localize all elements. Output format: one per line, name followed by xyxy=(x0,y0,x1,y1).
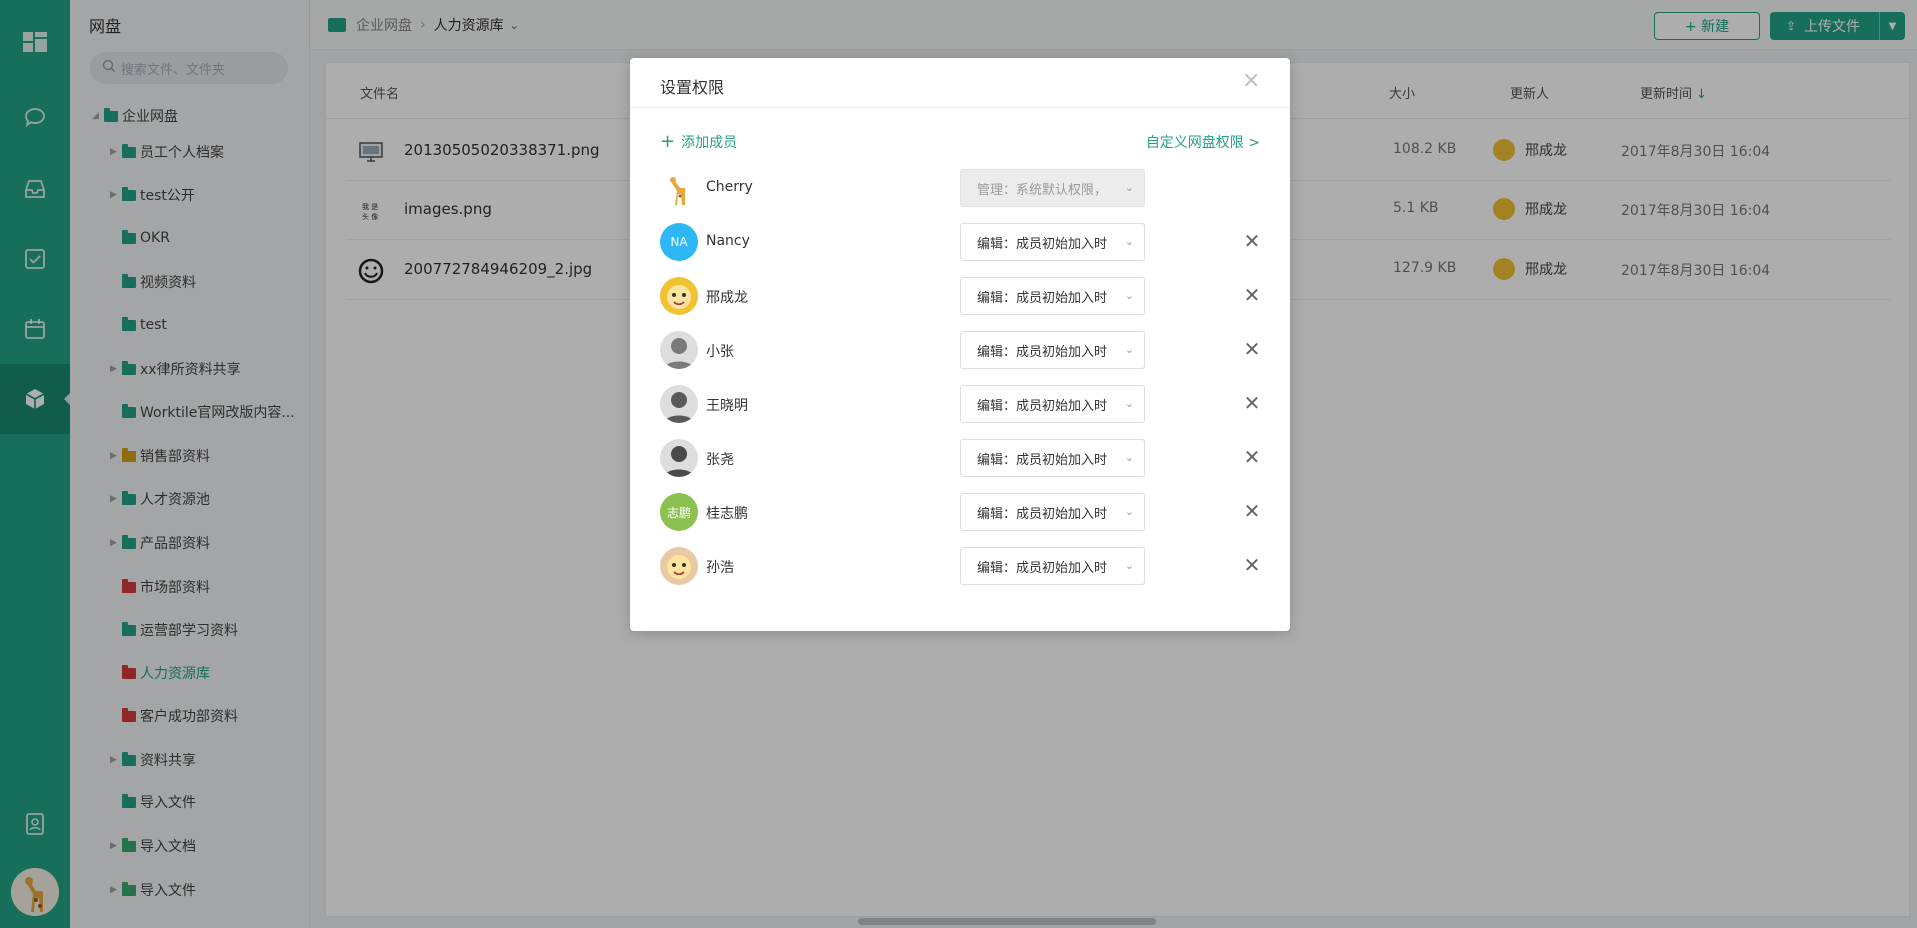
permission-value: 编辑：成员初始加入时 xyxy=(977,236,1108,252)
member-name: 桂志鹏 xyxy=(706,506,748,522)
permission-select[interactable]: 编辑：成员初始加入时 ⌄ xyxy=(960,493,1145,531)
avatar: 志鹏 xyxy=(660,493,698,531)
member-name: 孙浩 xyxy=(706,560,734,576)
chevron-down-icon: ⌄ xyxy=(1124,181,1134,194)
permission-value: 编辑：成员初始加入时 xyxy=(977,398,1108,414)
member-name: 张尧 xyxy=(706,452,734,468)
custom-permission-link[interactable]: 自定义网盘权限 > xyxy=(1146,132,1260,152)
member-name: 小张 xyxy=(706,344,734,360)
permissions-dialog: 设置权限 × + 添加成员 自定义网盘权限 > Cherry 管理：系统默认权限， ⌄… xyxy=(630,58,1290,631)
member-row: 小张 编辑：成员初始加入时 ⌄ ✕ xyxy=(660,330,1260,370)
permission-value: 编辑：成员初始加入时 xyxy=(977,344,1108,360)
member-name: 王晓明 xyxy=(706,398,748,414)
permission-select[interactable]: 编辑：成员初始加入时 ⌄ xyxy=(960,439,1145,477)
member-name: Nancy xyxy=(706,233,750,249)
permission-value: 编辑：成员初始加入时 xyxy=(977,560,1108,576)
dialog-title: 设置权限 xyxy=(660,78,725,97)
permission-value: 编辑：成员初始加入时 xyxy=(977,452,1108,468)
add-member-label: 添加成员 xyxy=(681,135,738,151)
member-row: 张尧 编辑：成员初始加入时 ⌄ ✕ xyxy=(660,438,1260,478)
avatar xyxy=(660,547,698,585)
remove-member-icon[interactable]: ✕ xyxy=(1242,231,1262,251)
avatar: NA xyxy=(660,223,698,261)
chevron-down-icon: ⌄ xyxy=(1124,397,1134,410)
member-row: NA Nancy 编辑：成员初始加入时 ⌄ ✕ xyxy=(660,222,1260,262)
remove-member-icon[interactable]: ✕ xyxy=(1242,447,1262,467)
chevron-down-icon: ⌄ xyxy=(1124,343,1134,356)
avatar xyxy=(660,385,698,423)
chevron-down-icon: ⌄ xyxy=(1124,451,1134,464)
permission-select[interactable]: 编辑：成员初始加入时 ⌄ xyxy=(960,277,1145,315)
member-row: 王晓明 编辑：成员初始加入时 ⌄ ✕ xyxy=(660,384,1260,424)
remove-member-icon[interactable]: ✕ xyxy=(1242,555,1262,575)
chevron-down-icon: ⌄ xyxy=(1124,289,1134,302)
close-icon[interactable]: × xyxy=(1242,70,1260,92)
dialog-header: 设置权限 × xyxy=(630,58,1290,108)
permission-value: 管理：系统默认权限， xyxy=(977,182,1108,198)
member-name: 邢成龙 xyxy=(706,290,748,306)
permission-select[interactable]: 编辑：成员初始加入时 ⌄ xyxy=(960,331,1145,369)
avatar xyxy=(660,439,698,477)
permission-value: 编辑：成员初始加入时 xyxy=(977,290,1108,306)
add-member-button[interactable]: + 添加成员 xyxy=(660,132,737,152)
remove-member-icon[interactable]: ✕ xyxy=(1242,339,1262,359)
plus-icon: + xyxy=(660,131,676,152)
chevron-down-icon: ⌄ xyxy=(1124,505,1134,518)
remove-member-icon[interactable]: ✕ xyxy=(1242,501,1262,521)
avatar xyxy=(660,277,698,315)
member-row: 志鹏 桂志鹏 编辑：成员初始加入时 ⌄ ✕ xyxy=(660,492,1260,532)
permission-select[interactable]: 编辑：成员初始加入时 ⌄ xyxy=(960,385,1145,423)
chevron-down-icon: ⌄ xyxy=(1124,559,1134,572)
member-row: 邢成龙 编辑：成员初始加入时 ⌄ ✕ xyxy=(660,276,1260,316)
remove-member-icon[interactable]: ✕ xyxy=(1242,285,1262,305)
chevron-down-icon: ⌄ xyxy=(1124,235,1134,248)
permission-select: 管理：系统默认权限， ⌄ xyxy=(960,169,1145,207)
permission-value: 编辑：成员初始加入时 xyxy=(977,506,1108,522)
avatar xyxy=(660,169,698,207)
member-row: Cherry 管理：系统默认权限， ⌄ xyxy=(660,168,1260,208)
permission-select[interactable]: 编辑：成员初始加入时 ⌄ xyxy=(960,223,1145,261)
permission-select[interactable]: 编辑：成员初始加入时 ⌄ xyxy=(960,547,1145,585)
member-row: 孙浩 编辑：成员初始加入时 ⌄ ✕ xyxy=(660,546,1260,586)
member-name: Cherry xyxy=(706,179,753,195)
remove-member-icon[interactable]: ✕ xyxy=(1242,393,1262,413)
avatar xyxy=(660,331,698,369)
